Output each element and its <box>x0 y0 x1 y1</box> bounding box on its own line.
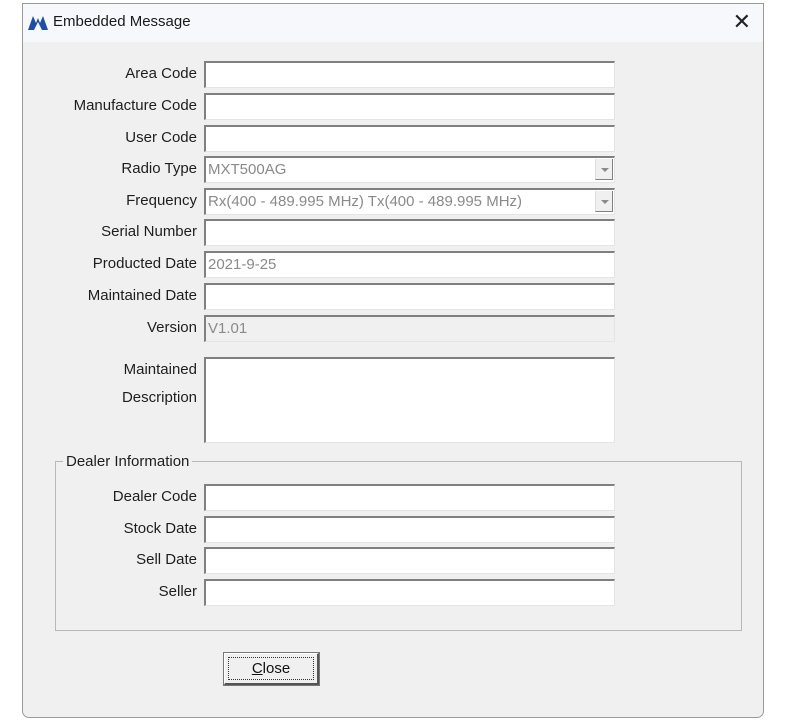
user-code-input[interactable] <box>204 125 615 152</box>
label-manufacture-code: Manufacture Code <box>73 97 197 114</box>
label-seller: Seller <box>158 583 197 600</box>
dealer-code-input[interactable] <box>204 484 615 511</box>
label-frequency: Frequency <box>126 192 197 209</box>
close-button-label: Close <box>228 657 314 680</box>
label-radio-type: Radio Type <box>121 160 197 177</box>
label-maintained-date: Maintained Date <box>87 287 197 304</box>
label-dealer-code: Dealer Code <box>112 488 197 505</box>
seller-input[interactable] <box>204 579 615 606</box>
title-bar: Embedded Message ✕ <box>23 4 763 42</box>
chevron-down-icon[interactable] <box>595 191 613 212</box>
label-stock-date: Stock Date <box>123 520 197 537</box>
label-sell-date: Sell Date <box>136 551 197 568</box>
label-producted-date: Producted Date <box>92 255 197 272</box>
close-mnemonic: C <box>251 660 263 677</box>
label-maintained-description-2: Description <box>121 389 197 406</box>
embedded-message-dialog: Embedded Message ✕ Area Code Manufacture… <box>22 3 764 718</box>
version-input: V1.01 <box>204 315 615 342</box>
app-logo-icon <box>28 16 48 30</box>
manufacture-code-input[interactable] <box>204 93 615 120</box>
label-area-code: Area Code <box>125 65 197 82</box>
label-maintained-description-1: Maintained <box>123 361 197 378</box>
close-label-rest: lose <box>262 660 291 677</box>
frequency-select[interactable]: Rx(400 - 489.995 MHz) Tx(400 - 489.995 M… <box>204 188 615 215</box>
frequency-value: Rx(400 - 489.995 MHz) Tx(400 - 489.995 M… <box>208 193 523 210</box>
stock-date-input[interactable] <box>204 516 615 543</box>
sell-date-input[interactable] <box>204 547 615 574</box>
radio-type-value: MXT500AG <box>208 161 287 178</box>
close-icon[interactable]: ✕ <box>733 9 751 35</box>
maintained-description-textarea[interactable] <box>204 357 615 443</box>
maintained-date-input[interactable] <box>204 283 615 310</box>
label-user-code: User Code <box>125 129 197 146</box>
chevron-down-icon[interactable] <box>595 159 613 180</box>
label-serial-number: Serial Number <box>101 223 197 240</box>
radio-type-select[interactable]: MXT500AG <box>204 156 615 183</box>
dealer-information-title: Dealer Information <box>63 453 193 470</box>
close-button[interactable]: Close <box>223 652 320 686</box>
producted-date-input[interactable]: 2021-9-25 <box>204 251 615 278</box>
label-version: Version <box>146 319 197 336</box>
serial-number-input[interactable] <box>204 219 615 246</box>
window-title: Embedded Message <box>53 13 191 30</box>
area-code-input[interactable] <box>204 61 615 88</box>
